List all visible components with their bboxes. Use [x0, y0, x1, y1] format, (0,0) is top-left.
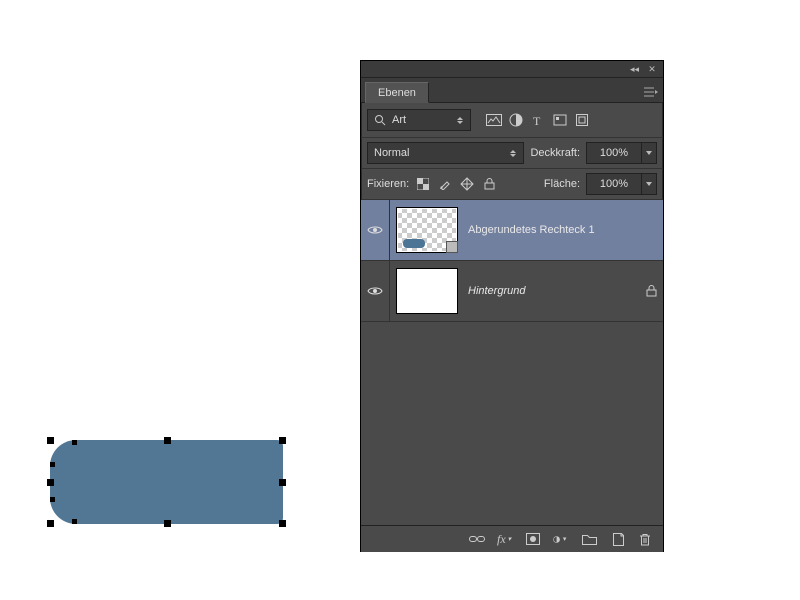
filter-smart-icon[interactable]	[573, 112, 591, 128]
fill-label: Fläche:	[544, 178, 580, 190]
filter-pixel-icon[interactable]	[485, 112, 503, 128]
new-group-icon[interactable]	[581, 531, 597, 547]
filter-kind-bar: T	[485, 112, 591, 128]
lock-position-icon[interactable]	[459, 176, 475, 192]
link-layers-icon[interactable]	[469, 531, 485, 547]
layer-name[interactable]: Hintergrund	[464, 285, 639, 297]
filter-row: Art T	[361, 103, 663, 138]
layer-row[interactable]: Hintergrund	[361, 261, 663, 322]
transform-handle[interactable]	[47, 520, 54, 527]
layer-style-icon[interactable]: fx▾	[497, 531, 513, 547]
close-icon[interactable]: ✕	[647, 64, 657, 74]
layers-panel: ◂◂ ✕ Ebenen Art T	[360, 60, 664, 552]
layer-row[interactable]: Abgerundetes Rechteck 1	[361, 200, 663, 261]
blend-row: Normal Deckkraft: 100%	[361, 138, 663, 169]
path-anchor[interactable]	[50, 497, 55, 502]
fill-dropdown-icon[interactable]	[642, 173, 657, 195]
panel-menu-icon[interactable]	[641, 82, 661, 102]
filter-type-label: Art	[392, 114, 406, 126]
path-anchor[interactable]	[50, 462, 55, 467]
new-layer-icon[interactable]	[609, 531, 625, 547]
layer-mask-icon[interactable]	[525, 531, 541, 547]
collapse-icon[interactable]: ◂◂	[629, 64, 639, 74]
panel-titlebar[interactable]: ◂◂ ✕	[361, 61, 663, 78]
panel-tabbar: Ebenen	[361, 78, 663, 103]
transform-handle[interactable]	[279, 437, 286, 444]
filter-type-select[interactable]: Art	[367, 109, 471, 131]
lock-label: Fixieren:	[367, 178, 409, 190]
eye-icon	[367, 225, 383, 235]
filter-type-text-icon[interactable]: T	[529, 112, 547, 128]
layer-thumbnail[interactable]	[396, 207, 458, 253]
blend-mode-select[interactable]: Normal	[367, 142, 524, 164]
svg-text:T: T	[533, 114, 541, 126]
transform-handle[interactable]	[47, 479, 54, 486]
visibility-toggle[interactable]	[361, 261, 390, 321]
adjustment-layer-icon[interactable]: ▾	[553, 531, 569, 547]
lock-pixels-icon[interactable]	[437, 176, 453, 192]
transform-handle[interactable]	[279, 520, 286, 527]
path-anchor[interactable]	[72, 519, 77, 524]
blend-mode-value: Normal	[374, 147, 409, 159]
layer-lock-icon[interactable]	[639, 285, 663, 297]
opacity-value[interactable]: 100%	[586, 142, 642, 164]
filter-shape-icon[interactable]	[551, 112, 569, 128]
filter-adjustment-icon[interactable]	[507, 112, 525, 128]
transform-handle[interactable]	[47, 437, 54, 444]
lock-row: Fixieren: Fläche: 100%	[361, 169, 663, 200]
shape-layer-badge-icon	[446, 241, 458, 253]
path-anchor[interactable]	[72, 440, 77, 445]
search-icon	[374, 114, 386, 126]
opacity-label: Deckkraft:	[530, 147, 580, 159]
transform-handle[interactable]	[279, 479, 286, 486]
visibility-toggle[interactable]	[361, 200, 390, 260]
opacity-dropdown-icon[interactable]	[642, 142, 657, 164]
layers-list: Abgerundetes Rechteck 1 Hintergrund	[361, 200, 663, 525]
delete-layer-icon[interactable]	[637, 531, 653, 547]
fill-value[interactable]: 100%	[586, 173, 642, 195]
layer-name[interactable]: Abgerundetes Rechteck 1	[464, 224, 663, 236]
panel-footer: fx▾ ▾	[361, 525, 663, 552]
canvas-rounded-rectangle[interactable]	[50, 440, 283, 524]
tab-layers[interactable]: Ebenen	[365, 82, 429, 103]
lock-transparency-icon[interactable]	[415, 176, 431, 192]
transform-handle[interactable]	[164, 437, 171, 444]
transform-handle[interactable]	[164, 520, 171, 527]
lock-all-icon[interactable]	[481, 176, 497, 192]
eye-icon	[367, 286, 383, 296]
layer-thumbnail[interactable]	[396, 268, 458, 314]
